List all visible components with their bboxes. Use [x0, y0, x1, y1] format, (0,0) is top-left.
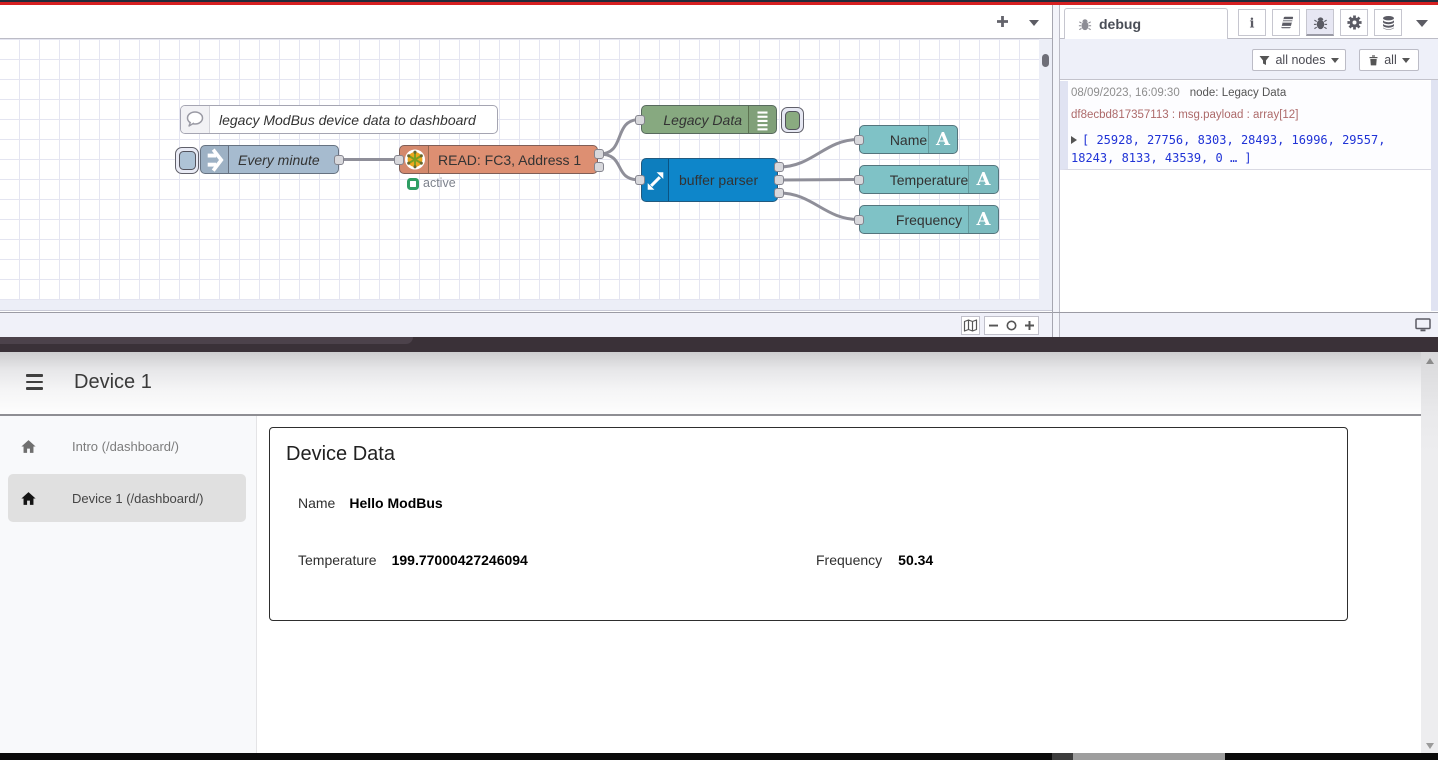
port-read-out1[interactable]: [594, 149, 604, 159]
inject-button-inner[interactable]: [179, 151, 196, 170]
field-name-value: Hello ModBus: [349, 495, 442, 511]
debug-toggle-button-inner[interactable]: [785, 111, 801, 130]
card-title: Device Data: [286, 443, 395, 466]
comment-icon: [181, 106, 210, 133]
port-bp-out3[interactable]: [774, 188, 784, 198]
svg-text:i: i: [1250, 16, 1255, 30]
home-icon: [20, 490, 37, 507]
port-inject-out[interactable]: [334, 155, 344, 165]
device-data-card: Device Data NameHello ModBus Temperature…: [269, 427, 1348, 621]
bug-icon: [1078, 17, 1092, 31]
expand-caret-icon[interactable]: [1071, 136, 1077, 144]
home-icon: [20, 438, 37, 455]
popout-button[interactable]: [1415, 317, 1431, 337]
debug-filter-button[interactable]: all nodes: [1252, 49, 1346, 71]
sidebar-menu-chevron-icon[interactable]: [1416, 20, 1428, 27]
node-ui-text-name[interactable]: A Name: [859, 125, 958, 154]
scroll-down-icon[interactable]: [1426, 743, 1434, 749]
debug-timestamp: 08/09/2023, 16:09:30: [1071, 87, 1180, 99]
dashboard-page-title: Device 1: [74, 371, 152, 394]
browser-tab-silhouette: [0, 337, 413, 344]
zoom-out-button[interactable]: [984, 316, 1003, 335]
bottom-edge-seg1: [1052, 753, 1073, 760]
port-frequency-in[interactable]: [854, 215, 864, 225]
navigator-button[interactable]: [961, 316, 980, 335]
clear-caret-icon: [1402, 58, 1410, 63]
debug-source: node: Legacy Data: [1190, 87, 1287, 99]
expand-icon: [642, 159, 669, 201]
node-debug[interactable]: Legacy Data: [641, 105, 777, 134]
debug-payload[interactable]: [ 25928, 27756, 8303, 28493, 16996, 2955…: [1071, 132, 1429, 167]
node-buffer-parser[interactable]: buffer parser: [641, 158, 778, 202]
menu-toggle-button[interactable]: [26, 374, 43, 390]
port-read-out2[interactable]: [594, 162, 604, 172]
field-frequency: Frequency50.34: [816, 552, 933, 568]
wire-bp-temperature: [779, 180, 859, 181]
sidebar-help-button[interactable]: [1272, 9, 1300, 36]
wire-read-debug: [599, 120, 640, 155]
nav-item-intro[interactable]: Intro (/dashboard/): [8, 422, 246, 470]
zoom-reset-button[interactable]: [1002, 316, 1021, 335]
node-modbus-read[interactable]: READ: FC3, Address 1: [399, 145, 598, 174]
debug-clear-button[interactable]: all: [1359, 49, 1419, 71]
dashboard-header: [0, 352, 1438, 414]
wire-bp-name: [779, 140, 859, 168]
field-frequency-value: 50.34: [898, 552, 933, 568]
debug-msg-path: df8ecbd817357113 : msg.payload : array[1…: [1071, 109, 1429, 121]
sidebar-config-button[interactable]: [1340, 9, 1368, 36]
sidebar-debug-button[interactable]: [1306, 9, 1334, 36]
debug-message[interactable]: 08/09/2023, 16:09:30 node: Legacy Data df…: [1060, 81, 1431, 170]
node-inject[interactable]: Every minute: [200, 145, 339, 174]
scroll-up-icon[interactable]: [1426, 358, 1434, 364]
debug-message-meta: 08/09/2023, 16:09:30 node: Legacy Data: [1071, 87, 1429, 99]
debug-scroll-strip: [1431, 80, 1438, 311]
screen: legacy ModBus device data to dashboard E…: [0, 0, 1438, 760]
node-ui-text-frequency[interactable]: A Frequency: [859, 205, 999, 234]
port-temperature-in[interactable]: [854, 175, 864, 185]
port-name-in[interactable]: [854, 135, 864, 145]
port-bp-out1[interactable]: [774, 162, 784, 172]
sidebar-tab-debug[interactable]: debug: [1064, 8, 1228, 39]
editor-footer: [0, 313, 1052, 337]
sidebar-footer: [1060, 313, 1438, 337]
wire-read-bufferparser: [599, 154, 640, 180]
node-ui-text-temperature[interactable]: A Temperature: [859, 165, 999, 194]
field-temperature: Temperature199.77000427246094: [298, 552, 528, 568]
port-bp-out2[interactable]: [774, 175, 784, 185]
dashboard-scrollbar[interactable]: [1421, 352, 1438, 753]
bottom-edge-seg2: [1073, 753, 1225, 760]
sidebar-context-button[interactable]: [1374, 9, 1402, 36]
sidebar-info-button[interactable]: i: [1238, 9, 1266, 36]
field-name: NameHello ModBus: [298, 495, 443, 511]
debug-list-icon: [748, 106, 776, 133]
modbus-icon: [400, 146, 429, 173]
node-comment[interactable]: legacy ModBus device data to dashboard: [180, 105, 498, 134]
port-bp-in[interactable]: [635, 175, 645, 185]
zoom-in-button[interactable]: [1020, 316, 1039, 335]
field-temperature-value: 199.77000427246094: [392, 552, 528, 568]
port-debug-in[interactable]: [635, 115, 645, 125]
modbus-status-icon: [407, 178, 419, 190]
wire-bp-frequency: [779, 193, 859, 220]
port-read-in[interactable]: [394, 155, 404, 165]
nav-item-device1[interactable]: Device 1 (/dashboard/): [8, 474, 246, 522]
filter-caret-icon: [1331, 58, 1339, 63]
modbus-status-text: active: [423, 177, 456, 190]
inject-icon: [201, 146, 229, 173]
